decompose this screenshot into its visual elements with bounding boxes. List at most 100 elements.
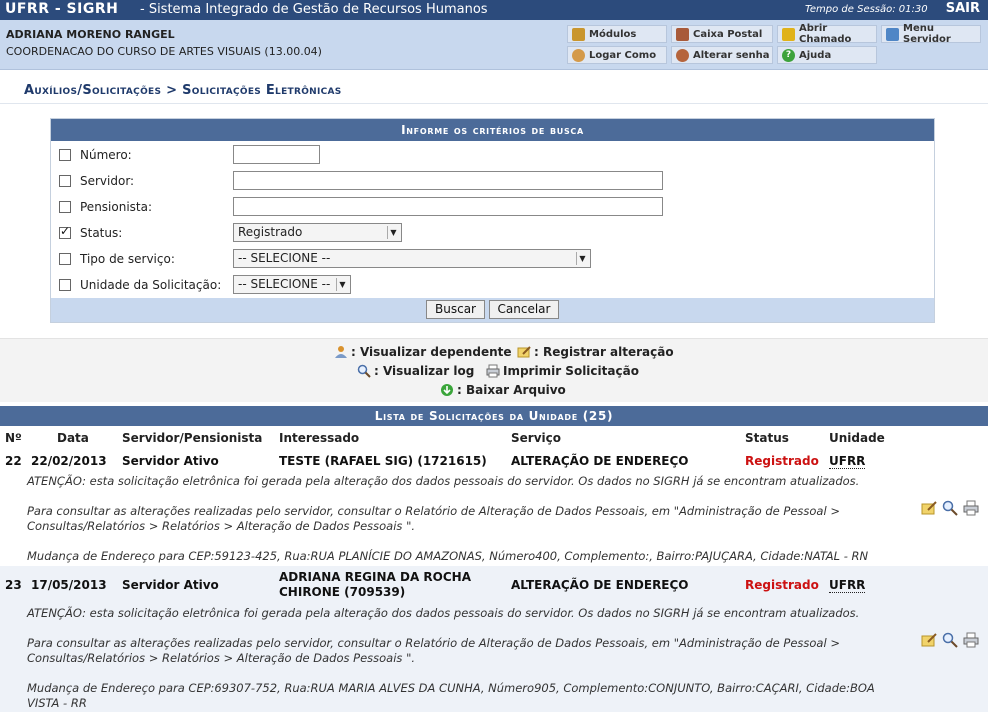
legend-registrar-alteracao-label: : Registrar alteração — [534, 345, 674, 359]
chevron-down-icon: ▼ — [336, 278, 348, 291]
edit-note-icon[interactable] — [921, 500, 937, 516]
tipo-servico-select-value: -- SELECIONE -- — [238, 251, 331, 265]
menu-servidor-label: Menu Servidor — [903, 23, 951, 45]
row-numero: 22 — [5, 454, 22, 468]
status-row: Status: — [59, 223, 122, 243]
status-badge: Registrado — [745, 578, 819, 592]
session-timer: Tempo de Sessão: 01:30 — [805, 4, 928, 15]
row-note-consulta-cont: Consultas/Relatórios > Relatórios > Alte… — [27, 519, 416, 533]
row-note-atencao: ATENÇÃO: esta solicitação eletrônica foi… — [27, 474, 860, 488]
logar-como-button[interactable]: Logar Como — [567, 46, 667, 64]
buscar-button[interactable]: Buscar — [426, 300, 485, 319]
row-data: 17/05/2013 — [31, 578, 107, 592]
pensionista-checkbox[interactable] — [59, 201, 71, 213]
magnifier-icon[interactable] — [942, 500, 958, 516]
caixa-postal-button[interactable]: Caixa Postal — [671, 25, 773, 43]
user-icon — [335, 346, 347, 358]
help-icon: ? — [782, 48, 795, 62]
status-checkbox[interactable] — [59, 224, 71, 239]
unidade-select-value: -- SELECIONE -- — [238, 277, 331, 291]
column-header: Nº — [5, 431, 22, 445]
row-note-endereco: Mudança de Endereço para CEP:69307-752, … — [27, 681, 875, 695]
servidor-checkbox[interactable] — [59, 175, 71, 187]
icon-legend: : Visualizar dependente : Registrar alte… — [0, 338, 988, 402]
printer-icon[interactable] — [963, 500, 979, 516]
tipo-servico-label: Tipo de serviço: — [80, 252, 175, 266]
pensionista-label: Pensionista: — [80, 200, 153, 214]
column-header: Unidade — [829, 431, 885, 445]
cancelar-button[interactable]: Cancelar — [489, 300, 559, 319]
legend-imprimir-label: Imprimir Solicitação — [503, 364, 639, 378]
numero-checkbox[interactable] — [59, 149, 71, 161]
row-servidor: Servidor Ativo — [122, 454, 219, 468]
column-header: Servidor/Pensionista — [122, 431, 263, 445]
breadcrumb: Auxílios/Solicitações > Solicitações Ele… — [0, 78, 988, 104]
logout-link[interactable]: SAIR — [946, 1, 980, 16]
chevron-down-icon: ▼ — [576, 252, 588, 265]
search-form: Informe os critérios de busca Número: Se… — [50, 118, 935, 323]
caixa-postal-label: Caixa Postal — [693, 28, 763, 40]
legend-visualizar-log: : Visualizar log — [357, 364, 474, 378]
legend-baixar-arquivo-label: : Baixar Arquivo — [457, 383, 566, 397]
legend-visualizar-dependente: : Visualizar dependente — [334, 345, 512, 359]
menu-servidor-button[interactable]: Menu Servidor — [881, 23, 981, 45]
menu-icon — [886, 27, 899, 41]
megaphone-icon — [782, 27, 795, 41]
unidade-checkbox[interactable] — [59, 279, 71, 291]
modulos-button[interactable]: Módulos — [567, 25, 667, 43]
servidor-input[interactable] — [233, 171, 663, 190]
pensionista-input[interactable] — [233, 197, 663, 216]
search-form-caption: Informe os critérios de busca — [51, 119, 934, 141]
alterar-senha-label: Alterar senha — [693, 49, 770, 61]
row-servico: ALTERAÇÃO DE ENDEREÇO — [511, 454, 689, 468]
status-select[interactable]: Registrado ▼ — [233, 223, 402, 242]
row-unidade-link[interactable]: UFRR — [829, 454, 866, 469]
list-caption: Lista de Solicitações da Unidade (25) — [0, 406, 988, 426]
tipo-servico-checkbox[interactable] — [59, 253, 71, 265]
legend-baixar-arquivo: : Baixar Arquivo — [440, 383, 566, 397]
row-note-endereco-cont: VISTA - RR — [27, 696, 87, 710]
row-interessado: ADRIANA REGINA DA ROCHA — [279, 570, 472, 584]
unidade-label: Unidade da Solicitação: — [80, 278, 222, 292]
unidade-select[interactable]: -- SELECIONE -- ▼ — [233, 275, 351, 294]
row-servidor: Servidor Ativo — [122, 578, 219, 592]
ajuda-label: Ajuda — [799, 49, 832, 61]
logar-como-label: Logar Como — [589, 49, 657, 61]
search-form-footer: Buscar Cancelar — [51, 298, 934, 322]
ajuda-button[interactable]: ? Ajuda — [777, 46, 877, 64]
column-header: Data — [57, 431, 89, 445]
chevron-down-icon: ▼ — [387, 226, 399, 239]
tipo-servico-select[interactable]: -- SELECIONE -- ▼ — [233, 249, 591, 268]
user-bar: ADRIANA MORENO RANGEL COORDENACAO DO CUR… — [0, 20, 988, 70]
row-note-endereco: Mudança de Endereço para CEP:59123-425, … — [27, 549, 869, 563]
servidor-label: Servidor: — [80, 174, 135, 188]
printer-icon[interactable] — [963, 632, 979, 648]
box-icon — [572, 27, 585, 41]
magnifier-icon[interactable] — [942, 632, 958, 648]
numero-label: Número: — [80, 148, 132, 162]
edit-note-icon[interactable] — [921, 632, 937, 648]
status-label: Status: — [80, 226, 123, 240]
download-icon — [441, 384, 453, 396]
row-interessado: TESTE (RAFAEL SIG) (1721615) — [279, 454, 487, 468]
row-note-consulta: Para consultar as alterações realizadas … — [27, 636, 840, 650]
alterar-senha-button[interactable]: Alterar senha — [671, 46, 773, 64]
column-header: Serviço — [511, 431, 561, 445]
column-header: Interessado — [279, 431, 360, 445]
legend-visualizar-log-label: : Visualizar log — [374, 364, 475, 378]
row-note-atencao: ATENÇÃO: esta solicitação eletrônica foi… — [27, 606, 860, 620]
abrir-chamado-label: Abrir Chamado — [799, 23, 852, 45]
legend-registrar-alteracao: : Registrar alteração — [517, 345, 674, 359]
system-name: - Sistema Integrado de Gestão de Recurso… — [140, 2, 488, 17]
edit-note-icon — [517, 346, 531, 358]
status-badge: Registrado — [745, 454, 819, 468]
numero-input[interactable] — [233, 145, 320, 164]
abrir-chamado-button[interactable]: Abrir Chamado — [777, 23, 877, 45]
row-servico: ALTERAÇÃO DE ENDEREÇO — [511, 578, 689, 592]
system-logo[interactable]: UFRR - SIGRH — [5, 1, 118, 17]
table-row: 22 22/02/2013 Servidor Ativo TESTE (RAFA… — [0, 448, 988, 566]
printer-icon — [486, 364, 500, 378]
solicitacoes-list: Lista de Solicitações da Unidade (25) Nº… — [0, 406, 988, 712]
column-header: Status — [745, 431, 789, 445]
row-unidade-link[interactable]: UFRR — [829, 578, 866, 593]
